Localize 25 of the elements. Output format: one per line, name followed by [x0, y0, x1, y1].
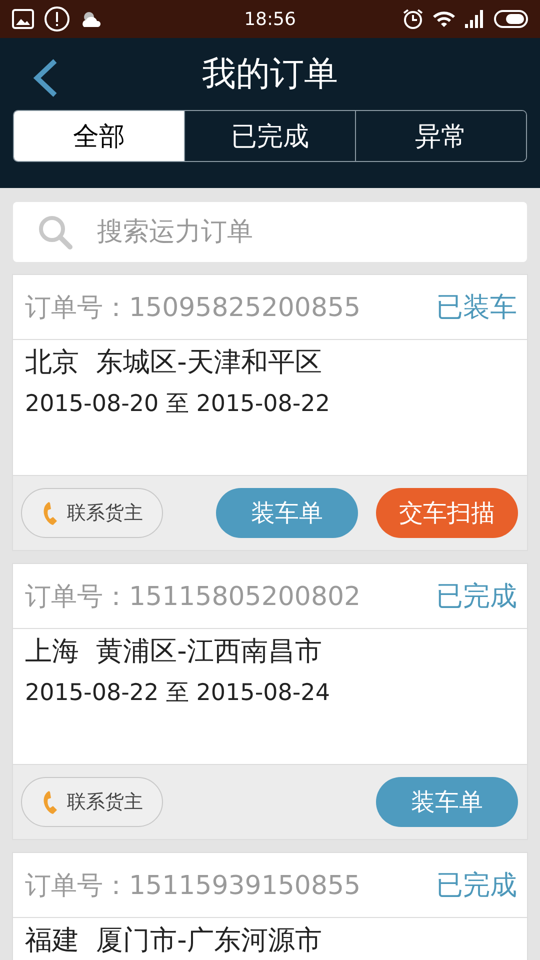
route-text: 福建 厦门市-广东河源市 — [25, 926, 323, 956]
contact-button[interactable]: 联系货主 — [21, 488, 163, 538]
search-field[interactable]: 搜索运力订单 — [13, 202, 527, 262]
order-number: 订单号：15115939150855 — [25, 870, 361, 902]
clock-time: 18:56 — [244, 8, 296, 30]
page-title: 我的订单 — [202, 53, 338, 96]
date-range: 2015-08-20 至 2015-08-22 — [25, 390, 331, 419]
battery-icon — [494, 10, 528, 28]
order-number: 订单号：15095825200855 — [25, 292, 361, 324]
filter-tab[interactable]: 全部 — [14, 111, 184, 161]
image-icon — [12, 9, 34, 29]
order-status: 已完成 — [436, 869, 517, 903]
order-number: 订单号：15115805200802 — [25, 580, 361, 614]
search-icon — [37, 214, 73, 250]
alert-icon — [44, 6, 70, 32]
route-text: 北京 东城区-天津和平区 — [25, 348, 323, 378]
route-text: 上海 黄浦区-江西南昌市 — [25, 637, 323, 667]
date-range: 2015-08-22 至 2015-08-24 — [25, 678, 331, 708]
alarm-icon — [402, 8, 424, 30]
contact-button[interactable]: 联系货主 — [21, 777, 163, 827]
order-status: 已完成 — [436, 580, 517, 614]
filter-tab[interactable]: 异常 — [355, 111, 526, 161]
wifi-icon — [432, 9, 456, 29]
signal-icon — [464, 9, 486, 29]
order-status: 已装车 — [436, 291, 517, 325]
